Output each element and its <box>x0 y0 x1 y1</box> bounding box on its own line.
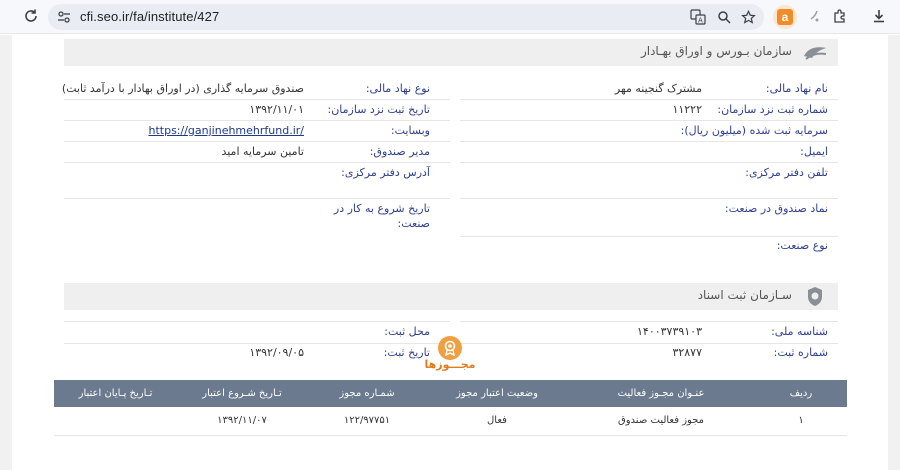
regno-value: ۱۱۲۲۲ <box>672 103 702 116</box>
license-badge-icon <box>438 336 462 360</box>
regno-label: شماره ثبت نزد سازمان: <box>717 103 828 116</box>
col-end-date: تـاریخ پـایان اعتبار <box>54 380 177 407</box>
col-row-number: ردیف <box>755 380 847 407</box>
cell-end-date <box>54 407 177 436</box>
sabt-regdate-value: ۱۳۹۲/۰۹/۰۵ <box>249 346 304 359</box>
capital-label: سرمایه ثبت شده (میلیون ریال): <box>680 124 828 137</box>
col-title: عنـوان مجـوز فعالیت <box>567 380 755 407</box>
sabt-regno-value: ۳۲۸۷۷ <box>672 346 702 359</box>
zoom-icon[interactable] <box>714 7 734 27</box>
right-gutter <box>888 35 900 470</box>
cell-status: فعال <box>427 407 567 436</box>
boors-logo-icon <box>804 47 827 60</box>
licenses-table: ردیف عنـوان مجـوز فعالیت وضعیت اعتبار مج… <box>54 380 847 436</box>
national-id-value: ۱۴۰۰۳۷۳۹۱۰۳ <box>637 325 702 338</box>
symbol-label: نماد صندوق در صنعت: <box>724 202 828 215</box>
site-info-icon[interactable] <box>54 7 74 27</box>
manager-label: مدیر صندوق: <box>369 145 430 158</box>
place-label: محل ثبت: <box>384 325 430 338</box>
cell-number: ۱۲۲/۹۷۷۵۱ <box>307 407 427 436</box>
name-label: نام نهاد مالی: <box>765 82 828 95</box>
type-label: نوع نهاد مالی: <box>365 82 430 95</box>
svg-text:A: A <box>698 17 703 25</box>
regdate-value: ۱۳۹۲/۱۱/۰۱ <box>249 103 304 116</box>
extension-a-icon[interactable]: a <box>773 5 797 29</box>
type-value: صندوق سرمایه گذاری (در اوراق بهادار با د… <box>61 82 304 95</box>
table-row: ۱ مجوز فعالیت صندوق فعال ۱۲۲/۹۷۷۵۱ ۱۳۹۲/… <box>54 407 847 436</box>
sabt-logo-icon <box>808 287 822 306</box>
website-link[interactable]: https://ganjinehmehrfund.ir/ <box>148 121 304 141</box>
cell-title: مجوز فعالیت صندوق <box>567 407 755 436</box>
left-gutter <box>0 35 12 470</box>
address-label: آدرس دفتر مرکزی: <box>341 166 430 179</box>
col-number: شمـاره مجوز <box>307 380 427 407</box>
name-value: مشترک گنجینه مهر <box>614 82 702 95</box>
row-divider <box>460 141 838 142</box>
cell-start-date: ۱۳۹۲/۱۱/۰۷ <box>177 407 307 436</box>
email-label: ایمیل: <box>800 145 828 158</box>
bookmark-star-icon[interactable] <box>738 7 758 27</box>
extension-script-icon[interactable] <box>803 5 825 27</box>
regdate-label: تاریخ ثبت نزد سازمان: <box>327 103 431 116</box>
cell-row-number: ۱ <box>755 407 847 436</box>
licenses-heading: مجـــوزها <box>424 358 476 371</box>
manager-value: تامین سرمایه امید <box>221 145 304 158</box>
national-id-label: شناسه ملی: <box>771 325 828 338</box>
address-bar[interactable]: cfi.seo.ir/fa/institute/427 A <box>48 4 764 30</box>
col-start-date: تـاریخ شـروع اعتبار <box>177 380 307 407</box>
sabt-section-header: سـازمان ثبت اسناد <box>64 283 838 310</box>
download-icon[interactable] <box>868 5 890 27</box>
reload-icon[interactable] <box>20 5 42 27</box>
website-label: وبسایت: <box>390 124 430 137</box>
col-status: وضعیت اعتبار مجوز <box>427 380 567 407</box>
phone-label: تلفن دفتر مرکزی: <box>745 166 828 179</box>
boors-section-title: سازمان بـورس و اوراق بهـادار <box>640 44 792 58</box>
start-label-line2: صنعت: <box>397 217 430 230</box>
browser-toolbar: cfi.seo.ir/fa/institute/427 A a <box>0 0 900 34</box>
extensions-puzzle-icon[interactable] <box>829 5 851 27</box>
translate-icon[interactable]: A <box>688 7 708 27</box>
licenses-header-row: ردیف عنـوان مجـوز فعالیت وضعیت اعتبار مج… <box>54 380 847 407</box>
sabt-regno-label: شماره ثبت: <box>773 346 828 359</box>
industry-label: نوع صنعت: <box>776 239 828 252</box>
boors-section-header: سازمان بـورس و اوراق بهـادار <box>64 39 838 66</box>
sabt-section-title: سـازمان ثبت اسناد <box>697 288 792 302</box>
url-text[interactable]: cfi.seo.ir/fa/institute/427 <box>80 9 219 24</box>
